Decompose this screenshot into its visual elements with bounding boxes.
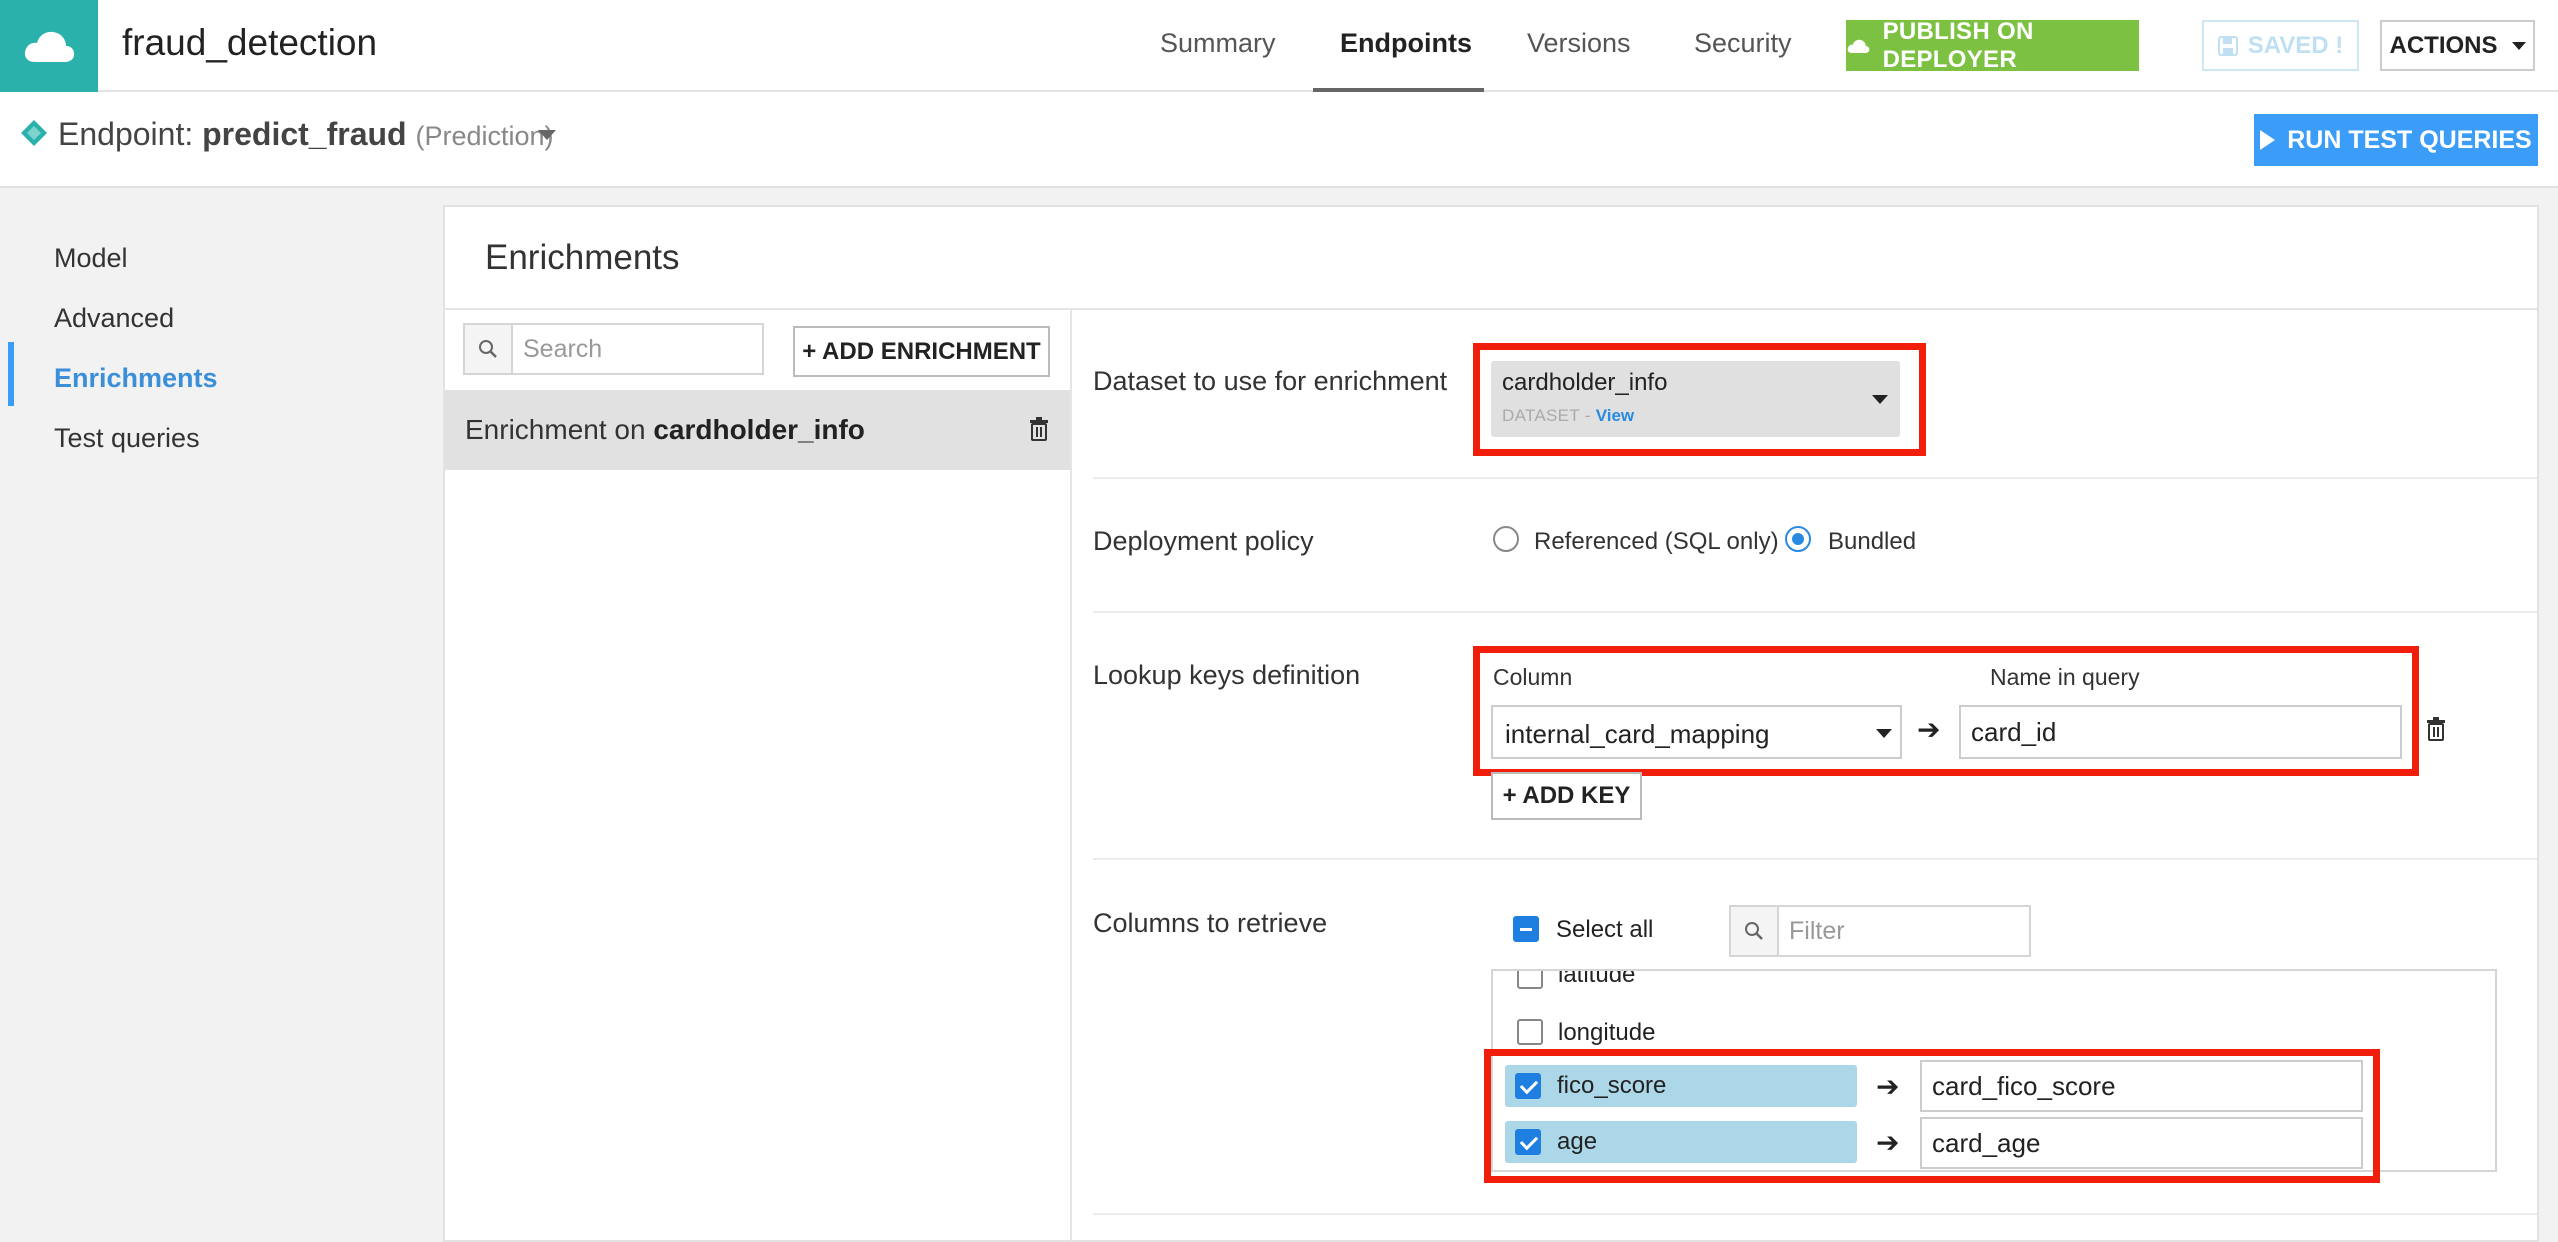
column-label-latitude: latitude <box>1558 969 1636 988</box>
save-disk-icon <box>2217 35 2238 56</box>
divider <box>1093 1213 2537 1215</box>
endpoint-name: predict_fraud <box>202 116 407 152</box>
cloud-icon <box>1847 39 1870 53</box>
column-filter <box>1729 905 2031 957</box>
trash-icon[interactable] <box>1028 416 1050 442</box>
endpoint-title: Endpoint: predict_fraud (Prediction) <box>58 116 554 153</box>
filter-input[interactable] <box>1781 907 2029 955</box>
saved-button[interactable]: SAVED ! <box>2202 20 2359 71</box>
deployment-policy-label: Deployment policy <box>1093 526 1314 556</box>
play-icon <box>2260 130 2276 150</box>
column-checkbox-fico-score[interactable] <box>1515 1073 1541 1099</box>
dataset-view-link[interactable]: View <box>1596 406 1634 425</box>
endpoint-header: Endpoint: predict_fraud (Prediction) RUN… <box>0 92 2558 188</box>
radio-referenced-label: Referenced (SQL only) <box>1534 528 1779 555</box>
lookup-column-select[interactable]: internal_card_mapping <box>1491 705 1902 759</box>
tab-summary[interactable]: Summary <box>1160 28 1276 59</box>
trash-icon[interactable] <box>2425 716 2447 742</box>
arrow-right-icon: ➔ <box>1876 1127 1900 1158</box>
sidebar-item-enrichments[interactable]: Enrichments <box>54 363 218 394</box>
divider <box>1093 858 2537 860</box>
lookup-column-value: internal_card_mapping <box>1505 719 1770 749</box>
tab-security[interactable]: Security <box>1694 28 1792 59</box>
lookup-column-header: Column <box>1493 664 1573 690</box>
column-checkbox-latitude[interactable] <box>1517 971 1543 989</box>
radio-bundled-label: Bundled <box>1828 528 1917 555</box>
radio-bundled[interactable] <box>1785 526 1811 552</box>
caret-down-icon <box>2511 41 2526 50</box>
select-all-checkbox[interactable] <box>1513 916 1539 942</box>
enrichment-item-dataset: cardholder_info <box>653 414 865 445</box>
actions-label: ACTIONS <box>2389 31 2498 59</box>
sidebar-item-advanced[interactable]: Advanced <box>54 303 174 334</box>
lookup-name-header: Name in query <box>1990 664 2140 690</box>
publish-on-deployer-button[interactable]: PUBLISH ON DEPLOYER <box>1846 17 2139 73</box>
dataset-label: Dataset to use for enrichment <box>1093 366 1448 396</box>
saved-label: SAVED ! <box>2247 31 2344 59</box>
divider <box>1093 611 2537 613</box>
enrichment-item-label: Enrichment on cardholder_info <box>465 414 865 446</box>
lookup-keys-label: Lookup keys definition <box>1093 660 1361 690</box>
enrichment-search <box>463 323 764 375</box>
endpoint-switcher-caret-icon[interactable] <box>538 130 556 140</box>
sidebar-item-test-queries[interactable]: Test queries <box>54 423 200 454</box>
column-checkbox-longitude[interactable] <box>1517 1019 1543 1045</box>
dataset-select-value: cardholder_info <box>1502 369 1668 396</box>
column-label-age: age <box>1557 1128 1598 1155</box>
enrichment-item-prefix: Enrichment on <box>465 414 646 445</box>
run-test-queries-button[interactable]: RUN TEST QUERIES <box>2254 114 2538 166</box>
endpoint-prefix: Endpoint: <box>58 116 194 152</box>
column-label-longitude: longitude <box>1558 1019 1656 1046</box>
radio-referenced[interactable] <box>1493 526 1519 552</box>
dataset-type-line: DATASET - View <box>1502 406 1634 426</box>
column-label-fico-score: fico_score <box>1557 1072 1667 1099</box>
top-bar: fraud_detection Summary Endpoints Versio… <box>0 0 2558 92</box>
sidebar-active-marker <box>8 342 14 406</box>
lookup-name-input[interactable]: card_id <box>1959 705 2402 759</box>
add-key-button[interactable]: + ADD KEY <box>1491 772 1642 820</box>
tab-endpoints[interactable]: Endpoints <box>1340 28 1472 59</box>
arrow-right-icon: ➔ <box>1917 714 1941 745</box>
column-checkbox-age[interactable] <box>1515 1129 1541 1155</box>
chevron-down-icon <box>1876 729 1892 738</box>
app-title: fraud_detection <box>122 22 378 63</box>
dataset-select[interactable]: cardholder_info DATASET - View <box>1491 361 1900 437</box>
search-icon <box>1731 907 1779 955</box>
select-all-label: Select all <box>1556 916 1654 943</box>
sidebar-item-model[interactable]: Model <box>54 243 128 274</box>
column-alias-input-fico-score[interactable]: card_fico_score <box>1920 1060 2363 1112</box>
publish-label: PUBLISH ON DEPLOYER <box>1882 17 2034 73</box>
columns-to-retrieve-label: Columns to retrieve <box>1093 908 1328 938</box>
search-input[interactable] <box>515 325 762 373</box>
dataset-separator: - <box>1584 406 1591 425</box>
endpoint-diamond-icon <box>21 120 47 146</box>
column-alias-input-age[interactable]: card_age <box>1920 1117 2363 1169</box>
arrow-right-icon: ➔ <box>1876 1071 1900 1102</box>
add-enrichment-button[interactable]: + ADD ENRICHMENT <box>793 326 1050 377</box>
panel-title: Enrichments <box>485 238 680 277</box>
cloud-logo-icon[interactable] <box>0 0 98 92</box>
chevron-down-icon <box>1872 395 1888 404</box>
dataset-type-tag: DATASET <box>1502 406 1580 425</box>
search-icon <box>465 325 513 373</box>
actions-dropdown-button[interactable]: ACTIONS <box>2380 20 2535 71</box>
enrichment-list-item[interactable]: Enrichment on cardholder_info <box>445 390 1070 470</box>
run-label: RUN TEST QUERIES <box>2287 125 2532 154</box>
divider <box>1093 477 2537 479</box>
endpoint-type: (Prediction) <box>415 121 554 151</box>
tab-versions[interactable]: Versions <box>1527 28 1631 59</box>
